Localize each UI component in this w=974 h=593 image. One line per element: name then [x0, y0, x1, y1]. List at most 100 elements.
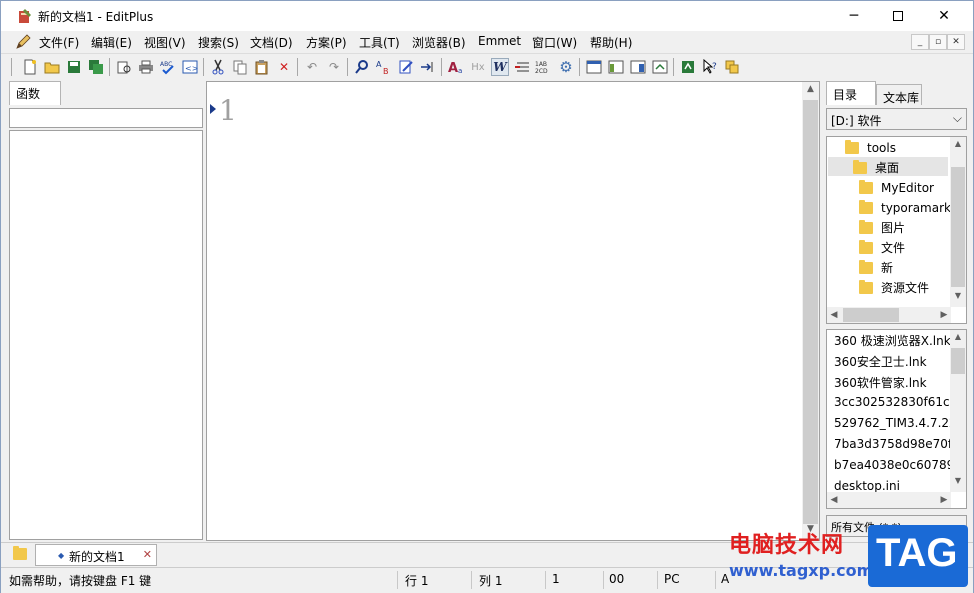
user-tool-button[interactable] [679, 58, 697, 76]
menu-browser[interactable]: 浏览器(B) [412, 34, 466, 51]
hex-button[interactable]: Hx [469, 58, 487, 76]
save-button[interactable] [65, 58, 83, 76]
directory-window-button[interactable] [607, 58, 625, 76]
tree-item-tools[interactable]: tools [845, 138, 896, 157]
open-button[interactable] [43, 58, 61, 76]
tree-item-typoramark[interactable]: typoramark [859, 198, 951, 217]
file-item[interactable]: b7ea4038e0c60789 [834, 458, 952, 478]
close-button[interactable]: ✕ [921, 1, 967, 31]
output-window-button[interactable] [651, 58, 669, 76]
new-file-icon [24, 59, 36, 75]
close-tab-icon[interactable]: ✕ [143, 548, 152, 561]
menu-search[interactable]: 搜索(S) [198, 34, 239, 51]
help-cursor-button[interactable]: ? [701, 58, 719, 76]
scroll-up-icon[interactable]: ▲ [802, 84, 819, 98]
file-item[interactable]: 529762_TIM3.4.7.22 [834, 416, 952, 436]
scroll-thumb[interactable] [951, 167, 965, 287]
tree-item-files[interactable]: 文件 [859, 238, 905, 257]
editor-area[interactable]: 1 ▲ ▼ [206, 81, 820, 541]
spellcheck-button[interactable]: ABC [159, 58, 177, 76]
menu-help[interactable]: 帮助(H) [590, 34, 632, 51]
watermark: 电脑技术网 www.tagxp.com TAG [723, 525, 973, 593]
menu-project[interactable]: 方案(P) [306, 34, 347, 51]
file-item[interactable]: 360 极速浏览器X.lnk [834, 332, 952, 352]
redo-button[interactable]: ↷ [325, 58, 343, 76]
scroll-right-icon[interactable]: ▶ [937, 492, 951, 508]
scroll-up-icon[interactable]: ▲ [950, 332, 966, 346]
line-number-button[interactable] [513, 58, 531, 76]
tree-vertical-scrollbar[interactable]: ▲ ▼ [950, 137, 966, 307]
window-list-button[interactable] [723, 58, 741, 76]
scroll-right-icon[interactable]: ▶ [937, 307, 951, 323]
menu-document[interactable]: 文档(D) [250, 34, 293, 51]
tree-item-new[interactable]: 新 [859, 258, 893, 277]
folder-tree[interactable]: tools 桌面 MyEditor typoramark 图片 文件 新 资源文… [826, 136, 967, 324]
spellcheck-icon: ABC [160, 61, 174, 75]
tab-directory[interactable]: 目录 [826, 81, 876, 105]
copy-button[interactable] [231, 58, 249, 76]
menu-window[interactable]: 窗口(W) [532, 34, 577, 51]
file-list[interactable]: 360 极速浏览器X.lnk 360安全卫士.lnk 360软件管家.lnk 3… [826, 329, 967, 509]
file-item[interactable]: 7ba3d3758d98e70f [834, 437, 952, 457]
svg-text:A: A [448, 61, 458, 75]
mdi-restore-button[interactable]: ▫ [929, 34, 947, 50]
file-item[interactable]: 3cc302532830f61c4 [834, 395, 952, 415]
file-item[interactable]: 360安全卫士.lnk [834, 353, 952, 373]
paste-button[interactable] [253, 58, 271, 76]
word-wrap-button[interactable]: W [491, 58, 509, 76]
editor-vertical-scrollbar[interactable]: ▲ ▼ [802, 82, 819, 540]
scroll-down-icon[interactable]: ▼ [950, 291, 966, 305]
menu-view[interactable]: 视图(V) [144, 34, 186, 51]
function-list[interactable] [9, 130, 203, 540]
replace-button[interactable]: AB [375, 58, 393, 76]
tree-item-resources[interactable]: 资源文件 [859, 278, 929, 297]
folder-icon[interactable] [13, 546, 35, 563]
file-item[interactable]: 360软件管家.lnk [834, 374, 952, 394]
save-all-button[interactable] [87, 58, 105, 76]
tab-cliptext[interactable]: 文本库 [876, 84, 922, 105]
cut-button[interactable] [209, 58, 227, 76]
undo-button[interactable]: ↶ [303, 58, 321, 76]
print-button[interactable] [137, 58, 155, 76]
scroll-down-icon[interactable]: ▼ [950, 476, 966, 490]
menu-edit[interactable]: 编辑(E) [91, 34, 132, 51]
function-filter-input[interactable] [9, 108, 203, 128]
menu-emmet[interactable]: Emmet [478, 34, 521, 48]
find-button[interactable] [353, 58, 371, 76]
new-file-button[interactable] [21, 58, 39, 76]
minimize-button[interactable]: ─ [831, 1, 877, 31]
function-panel: 函数 [8, 81, 205, 541]
file-list-vertical-scrollbar[interactable]: ▲ ▼ [950, 330, 966, 492]
preferences-button[interactable]: ⚙ [557, 58, 575, 76]
scroll-thumb[interactable] [951, 348, 965, 374]
tree-horizontal-scrollbar[interactable]: ◀ ▶ [827, 307, 951, 323]
window-title: 新的文档1 - EditPlus [38, 10, 154, 24]
tab-functions[interactable]: 函数 [9, 81, 61, 105]
maximize-button[interactable] [875, 1, 921, 31]
document-tab[interactable]: ◆ 新的文档1 ✕ [35, 544, 157, 566]
mdi-minimize-button[interactable]: _ [911, 34, 929, 50]
scroll-thumb[interactable] [803, 100, 818, 524]
tree-item-desktop[interactable]: 桌面 [853, 158, 899, 177]
menu-tools[interactable]: 工具(T) [359, 34, 400, 51]
drive-select[interactable]: [D:] 软件 ⌵ [826, 108, 967, 130]
scroll-left-icon[interactable]: ◀ [827, 307, 841, 323]
delete-button[interactable]: ✕ [275, 58, 293, 76]
menu-file[interactable]: 文件(F) [39, 34, 79, 51]
scroll-up-icon[interactable]: ▲ [950, 139, 966, 153]
scroll-left-icon[interactable]: ◀ [827, 492, 841, 508]
cliptext-window-button[interactable] [629, 58, 647, 76]
tree-item-pictures[interactable]: 图片 [859, 218, 905, 237]
scroll-thumb[interactable] [843, 308, 899, 322]
find-in-files-button[interactable] [397, 58, 415, 76]
svg-text:A: A [376, 60, 382, 69]
print-preview-button[interactable] [115, 58, 133, 76]
goto-line-button[interactable] [419, 58, 437, 76]
column-select-button[interactable]: 1AB 2CD [535, 58, 553, 76]
mdi-close-button[interactable]: ✕ [947, 34, 965, 50]
browser-preview-button[interactable]: <> [181, 58, 199, 76]
tree-item-myeditor[interactable]: MyEditor [859, 178, 934, 197]
font-button[interactable]: Aa [447, 58, 465, 76]
file-list-horizontal-scrollbar[interactable]: ◀ ▶ [827, 492, 951, 508]
toggle-panel-button[interactable] [585, 58, 603, 76]
